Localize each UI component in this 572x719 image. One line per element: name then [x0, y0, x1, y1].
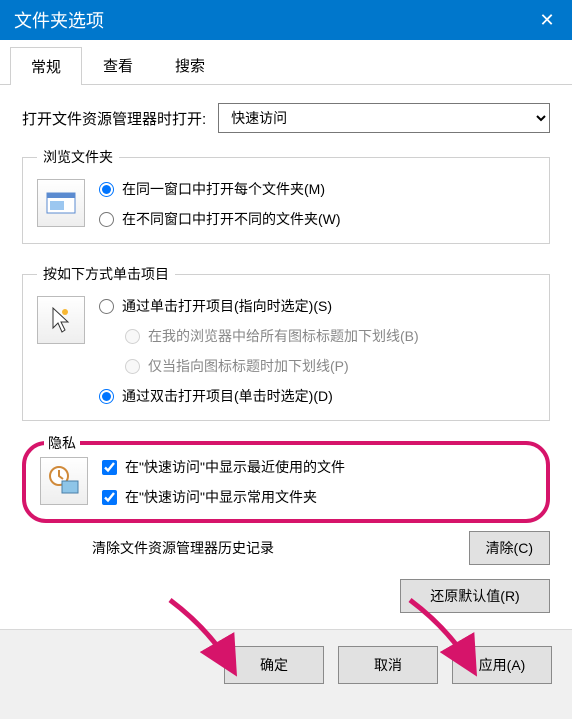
tab-general[interactable]: 常规	[10, 47, 82, 85]
history-icon	[40, 457, 88, 505]
dialog-footer: 确定 取消 应用(A)	[0, 629, 572, 700]
click-legend: 按如下方式单击项目	[37, 264, 175, 284]
open-explorer-label: 打开文件资源管理器时打开:	[22, 108, 206, 129]
radio-new-window[interactable]: 在不同窗口中打开不同的文件夹(W)	[99, 209, 341, 229]
cancel-button[interactable]: 取消	[338, 646, 438, 684]
click-items-group: 按如下方式单击项目 通过单击打开项目(指向时选定)(S) 在我的浏览器中给所有图…	[22, 264, 550, 421]
radio-double-click[interactable]: 通过双击打开项目(单击时选定)(D)	[99, 386, 419, 406]
folder-window-icon	[37, 179, 85, 227]
ok-button[interactable]: 确定	[224, 646, 324, 684]
tab-search[interactable]: 搜索	[154, 46, 226, 84]
open-explorer-select[interactable]: 快速访问	[218, 103, 550, 133]
close-button[interactable]: ✕	[522, 0, 572, 40]
restore-defaults-button[interactable]: 还原默认值(R)	[400, 579, 550, 613]
cursor-icon	[37, 296, 85, 344]
check-frequent-folders[interactable]: 在"快速访问"中显示常用文件夹	[102, 487, 345, 507]
tab-content: 打开文件资源管理器时打开: 快速访问 浏览文件夹 在同一窗口中打开每个文件夹(M…	[0, 85, 572, 629]
radio-same-window[interactable]: 在同一窗口中打开每个文件夹(M)	[99, 179, 341, 199]
radio-underline-point: 仅当指向图标标题时加下划线(P)	[125, 356, 419, 376]
apply-button[interactable]: 应用(A)	[452, 646, 552, 684]
clear-button[interactable]: 清除(C)	[469, 531, 550, 565]
window-title: 文件夹选项	[14, 7, 104, 33]
privacy-group: 隐私 在"快速访问"中显示最近使用的文件 在"快速访问"中显示常用文件夹	[22, 441, 550, 523]
radio-single-click[interactable]: 通过单击打开项目(指向时选定)(S)	[99, 296, 419, 316]
radio-underline-all: 在我的浏览器中给所有图标标题加下划线(B)	[125, 326, 419, 346]
tab-strip: 常规 查看 搜索	[0, 40, 572, 85]
check-recent-files[interactable]: 在"快速访问"中显示最近使用的文件	[102, 457, 345, 477]
clear-history-label: 清除文件资源管理器历史记录	[92, 538, 274, 558]
privacy-legend: 隐私	[44, 433, 80, 453]
browse-legend: 浏览文件夹	[37, 147, 119, 167]
tab-view[interactable]: 查看	[82, 46, 154, 84]
title-bar: 文件夹选项 ✕	[0, 0, 572, 40]
browse-folders-group: 浏览文件夹 在同一窗口中打开每个文件夹(M) 在不同窗口中打开不同的文件夹(W)	[22, 147, 550, 244]
